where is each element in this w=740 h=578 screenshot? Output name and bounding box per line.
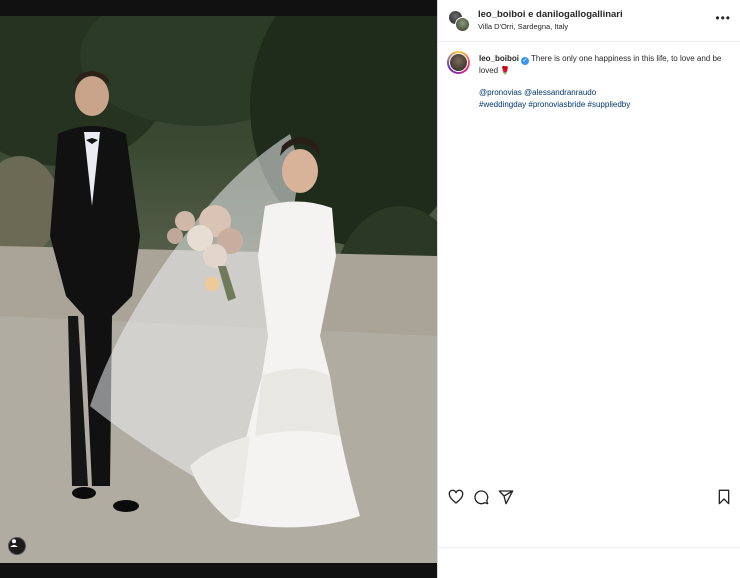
caption-username[interactable]: leo_boiboi <box>479 54 519 63</box>
post-caption: leo_boiboi ✓ There is only one happiness i… <box>479 53 729 111</box>
instagram-post-window: leo_boiboi e danilogallogallinari Villa … <box>0 0 740 578</box>
bookmark-icon[interactable] <box>715 488 733 506</box>
heart-icon[interactable] <box>447 488 465 506</box>
wedding-photo-illustration <box>0 16 437 563</box>
action-bar <box>438 482 740 512</box>
caption-mentions[interactable]: @pronovias @alessandranraudo <box>479 87 729 99</box>
photo-bottom-bar <box>0 563 437 578</box>
paper-plane-icon[interactable] <box>497 488 515 506</box>
verified-badge-icon: ✓ <box>521 57 529 65</box>
more-options-icon[interactable]: ••• <box>715 11 731 25</box>
avatar <box>455 17 470 32</box>
collab-avatars[interactable] <box>448 10 470 32</box>
caption-hashtags[interactable]: #weddingday #pronoviasbride #suppliedby <box>479 99 729 111</box>
rose-emoji: 🌹 <box>500 66 511 75</box>
post-location[interactable]: Villa D'Orri, Sardegna, Italy <box>478 22 568 31</box>
caption-avatar[interactable] <box>447 51 470 74</box>
post-side-panel: leo_boiboi e danilogallogallinari Villa … <box>437 0 740 578</box>
post-header: leo_boiboi e danilogallogallinari Villa … <box>438 0 740 42</box>
divider <box>438 547 740 548</box>
post-photo[interactable] <box>0 16 437 563</box>
person-tag-icon[interactable] <box>8 537 26 555</box>
post-authors[interactable]: leo_boiboi e danilogallogallinari <box>478 9 623 20</box>
comment-icon[interactable] <box>472 488 490 506</box>
photo-top-bar <box>0 0 437 16</box>
